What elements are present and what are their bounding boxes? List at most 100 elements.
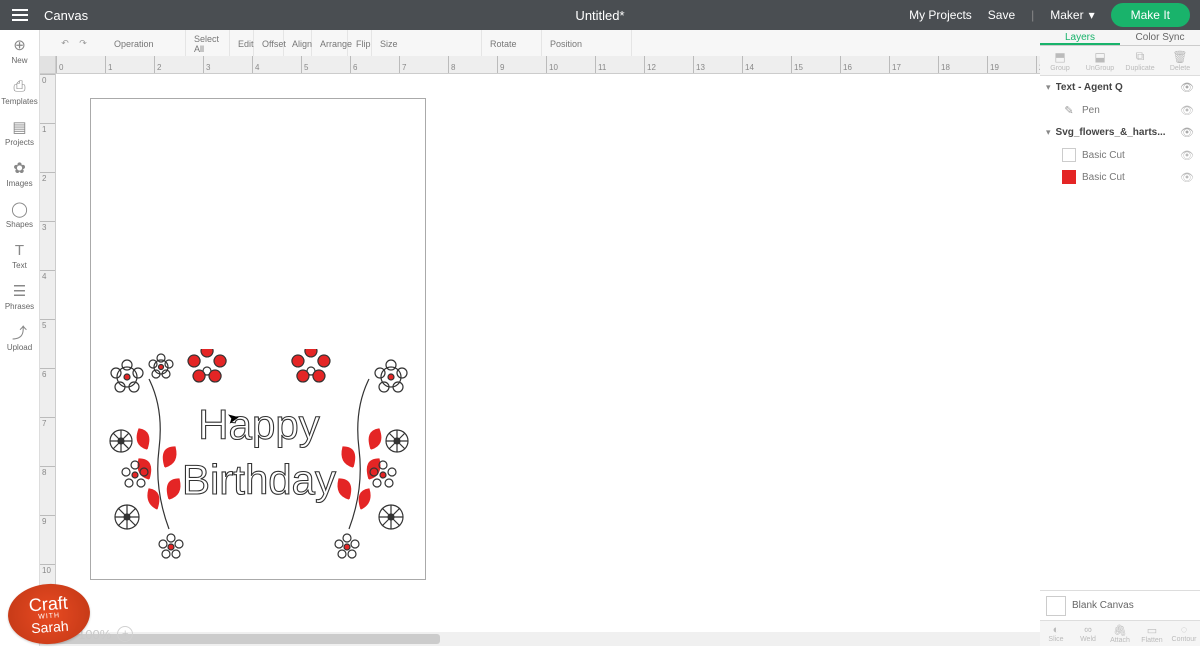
- zoom-in-icon[interactable]: +: [117, 626, 133, 642]
- ruler-tick: 16: [840, 56, 889, 73]
- action-label: Duplicate: [1125, 65, 1154, 72]
- tool-label: Upload: [7, 343, 32, 352]
- tool-shapes[interactable]: ◯Shapes: [0, 200, 40, 229]
- tool-label: Templates: [1, 97, 37, 106]
- phrases-icon: ☰: [11, 282, 29, 300]
- tool-text[interactable]: TText: [0, 241, 40, 270]
- my-projects-link[interactable]: My Projects: [909, 8, 972, 22]
- delete-icon: 🗑: [1172, 50, 1187, 64]
- badge-line2: Sarah: [31, 618, 69, 635]
- layer-sublayer[interactable]: Basic Cut 👁: [1040, 144, 1200, 166]
- ruler-tick: 19: [987, 56, 1036, 73]
- sublayer-label: Basic Cut: [1082, 150, 1174, 161]
- tool-templates[interactable]: ⎙Templates: [0, 77, 40, 106]
- tool-label: Shapes: [6, 220, 33, 229]
- ruler-tick: 7: [399, 56, 448, 73]
- tool-label: Images: [6, 179, 32, 188]
- action-label: Delete: [1170, 65, 1190, 72]
- artwork-text-line1: Happy: [198, 401, 319, 448]
- align-label: Align: [292, 39, 312, 49]
- flatten-button[interactable]: ▭Flatten: [1136, 621, 1168, 646]
- ruler-tick: 9: [40, 515, 55, 564]
- document-title: Untitled*: [575, 8, 624, 23]
- tab-layers[interactable]: Layers: [1040, 30, 1120, 45]
- group-button[interactable]: ⬒Group: [1040, 46, 1080, 75]
- blank-canvas-row[interactable]: Blank Canvas: [1040, 590, 1200, 620]
- ungroup-button[interactable]: ⬓UnGroup: [1080, 46, 1120, 75]
- layer-sublayer[interactable]: ✎Pen👁: [1040, 99, 1200, 121]
- ruler-tick: 14: [742, 56, 791, 73]
- undo-button[interactable]: ↶: [56, 35, 74, 53]
- design-mat[interactable]: Happy Birthday ➤: [90, 98, 426, 580]
- ruler-tick: 8: [448, 56, 497, 73]
- layer-name: Text - Agent Q: [1056, 82, 1176, 93]
- color-swatch: [1062, 148, 1076, 162]
- eye-icon[interactable]: 👁: [1180, 149, 1194, 162]
- attach-button[interactable]: 🖇Attach: [1104, 621, 1136, 646]
- ruler-tick: 10: [546, 56, 595, 73]
- blank-canvas-label: Blank Canvas: [1072, 600, 1134, 611]
- artwork[interactable]: Happy Birthday ➤: [99, 349, 419, 569]
- machine-dropdown[interactable]: Maker ▾: [1050, 8, 1094, 22]
- ruler-tick: 2: [154, 56, 203, 73]
- top-bar: Canvas Untitled* My Projects Save | Make…: [0, 0, 1200, 30]
- eye-icon[interactable]: 👁: [1180, 81, 1194, 94]
- ruler-tick: 3: [40, 221, 55, 270]
- layer-row[interactable]: ▾Svg_flowers_&_harts...👁: [1040, 121, 1200, 144]
- menu-icon[interactable]: [0, 0, 40, 30]
- machine-label: Maker: [1050, 8, 1083, 22]
- tool-upload[interactable]: ⤴ Upload: [0, 323, 40, 352]
- delete-button[interactable]: 🗑Delete: [1160, 46, 1200, 75]
- ruler-tick: 6: [350, 56, 399, 73]
- layers-footer-actions: ◐Slice∞Weld🖇Attach▭Flatten◌Contour: [1040, 620, 1200, 646]
- make-it-button[interactable]: Make It: [1111, 3, 1190, 27]
- duplicate-button[interactable]: ⧉Duplicate: [1120, 46, 1160, 75]
- selectall-label[interactable]: Select All: [194, 34, 221, 54]
- ruler-tick: 4: [252, 56, 301, 73]
- new-icon: ⊕: [11, 36, 29, 54]
- canvas-viewport[interactable]: Happy Birthday ➤: [56, 74, 1040, 630]
- duplicate-icon: ⧉: [1136, 49, 1145, 64]
- slice-icon: ◐: [1053, 624, 1060, 636]
- tool-new[interactable]: ⊕ New: [0, 36, 40, 65]
- redo-button[interactable]: ↷: [74, 35, 92, 53]
- slice-button[interactable]: ◐Slice: [1040, 621, 1072, 646]
- ruler-tick: 1: [40, 123, 55, 172]
- tab-color-sync[interactable]: Color Sync: [1120, 30, 1200, 45]
- upload-icon: ⤴: [11, 323, 29, 341]
- tool-phrases[interactable]: ☰Phrases: [0, 282, 40, 311]
- ruler-tick: 0: [56, 56, 105, 73]
- sublayer-label: Basic Cut: [1082, 172, 1174, 183]
- chevron-down-icon[interactable]: ▾: [1046, 82, 1051, 93]
- color-swatch: [1062, 170, 1076, 184]
- ruler-tick: 3: [203, 56, 252, 73]
- artwork-text-line2: Birthday: [182, 456, 336, 503]
- chevron-down-icon[interactable]: ▾: [1046, 127, 1051, 138]
- action-label: Contour: [1172, 636, 1197, 643]
- ruler-tick: 0: [40, 74, 55, 123]
- contour-icon: ◌: [1181, 624, 1188, 636]
- ruler-tick: 6: [40, 368, 55, 417]
- action-label: Weld: [1080, 636, 1096, 643]
- ruler-horizontal: 01234567891011121314151617181920: [56, 56, 1040, 74]
- layers-top-actions: ⬒Group⬓UnGroup⧉Duplicate🗑Delete: [1040, 46, 1200, 76]
- tool-projects[interactable]: ▤Projects: [0, 118, 40, 147]
- weld-button[interactable]: ∞Weld: [1072, 621, 1104, 646]
- ruler-tick: 8: [40, 466, 55, 515]
- horizontal-scrollbar[interactable]: [40, 632, 1040, 646]
- layer-sublayer[interactable]: Basic Cut 👁: [1040, 166, 1200, 188]
- save-button[interactable]: Save: [988, 8, 1015, 22]
- action-label: Slice: [1048, 636, 1063, 643]
- action-label: Attach: [1110, 637, 1130, 644]
- tool-images[interactable]: ✿Images: [0, 159, 40, 188]
- eye-icon[interactable]: 👁: [1180, 171, 1194, 184]
- eye-icon[interactable]: 👁: [1180, 104, 1194, 117]
- size-label: Size: [380, 39, 398, 49]
- eye-icon[interactable]: 👁: [1180, 126, 1194, 139]
- sublayer-label: Pen: [1082, 105, 1174, 116]
- layer-row[interactable]: ▾ Text - Agent Q 👁: [1040, 76, 1200, 99]
- contour-button[interactable]: ◌Contour: [1168, 621, 1200, 646]
- ruler-tick: 7: [40, 417, 55, 466]
- tool-label: New: [11, 56, 27, 65]
- text-icon: T: [11, 241, 29, 259]
